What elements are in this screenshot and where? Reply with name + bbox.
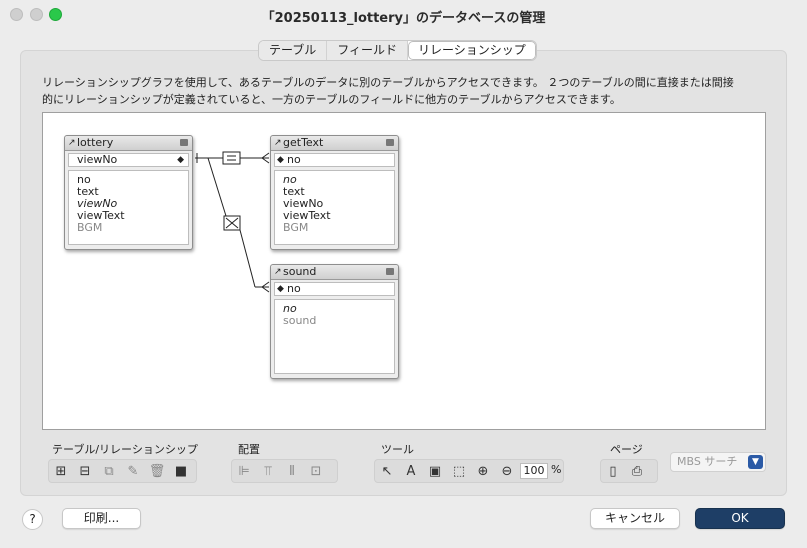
table-arrow-icon: ↗ [274, 267, 282, 277]
table-arrow-icon: ↗ [68, 138, 76, 148]
table-relationship-toolbar: ⊞ ⊟ ⧉ ✎ 🗑 ■ [48, 459, 197, 483]
add-table-icon[interactable]: ⊞ [49, 464, 73, 479]
zoom-unit-label: % [551, 463, 562, 476]
add-relationship-icon[interactable]: ⊟ [73, 464, 97, 479]
field-item: BGM [283, 221, 309, 234]
table-arrow-icon: ↗ [274, 138, 282, 148]
table-header[interactable]: ↗ getText [271, 136, 398, 151]
description-line-1: リレーションシップグラフを使用して、あるテーブルのデータに別のテーブルからアクセ… [42, 76, 734, 89]
trash-icon[interactable]: 🗑 [145, 464, 169, 479]
field-item: BGM [77, 221, 103, 234]
table-occurrence-sound[interactable]: ↗ sound ◆ no no sound [270, 264, 399, 379]
edit-pencil-icon[interactable]: ✎ [121, 464, 145, 479]
field-list: no text viewNo viewText BGM [274, 170, 395, 245]
tab-bar: テーブル フィールド リレーションシップ [258, 40, 537, 61]
table-relationship-section-label: テーブル/リレーションシップ [52, 443, 198, 456]
description-line-2: 的にリレーションシップが定義されていると、一方のテーブルのフィールドに他方のテー… [42, 93, 621, 106]
tools-section-label: ツール [381, 443, 414, 456]
help-button[interactable]: ? [22, 509, 43, 530]
plugin-select-value: MBS サーチ [677, 455, 738, 468]
zoom-out-icon[interactable]: ⊖ [495, 464, 519, 479]
table-name: lottery [77, 136, 114, 149]
table-menu-icon[interactable] [180, 139, 188, 146]
key-field-name: viewNo [77, 153, 118, 166]
relationship-graph[interactable]: ↗ lottery viewNo ◆ no text viewNo viewText… [42, 112, 766, 430]
key-field-name: no [287, 282, 301, 295]
color-swatch-icon[interactable]: ■ [169, 464, 193, 479]
page-break-icon[interactable]: ▯ [601, 464, 625, 479]
cancel-button[interactable]: キャンセル [590, 508, 680, 529]
resize-icon[interactable]: ⊡ [304, 464, 328, 479]
key-field-name: no [287, 153, 301, 166]
window-title: 「20250113_lottery」のデータベースの管理 [261, 11, 546, 26]
table-menu-icon[interactable] [386, 268, 394, 275]
table-occurrence-lottery[interactable]: ↗ lottery viewNo ◆ no text viewNo viewText… [64, 135, 193, 250]
align-left-icon[interactable]: ⊫ [232, 464, 256, 479]
table-header[interactable]: ↗ lottery [65, 136, 192, 151]
page-toolbar: ▯ ⎙ [600, 459, 658, 483]
field-list: no sound [274, 299, 395, 374]
table-header[interactable]: ↗ sound [271, 265, 398, 280]
table-menu-icon[interactable] [386, 139, 394, 146]
manage-database-window: 「20250113_lottery」のデータベースの管理 テーブル フィールド … [0, 0, 807, 548]
align-top-icon[interactable]: ⫪ [256, 464, 280, 479]
field-list: no text viewNo viewText BGM [68, 170, 189, 245]
tab-tables[interactable]: テーブル [259, 41, 328, 60]
table-name: getText [283, 136, 324, 149]
zoom-level-field[interactable]: 100 [520, 463, 548, 479]
zoom-in-icon[interactable]: ⊕ [471, 464, 495, 479]
table-occurrence-gettext[interactable]: ↗ getText ◆ no no text viewNo viewText BGM [270, 135, 399, 250]
key-field[interactable]: ◆ no [274, 153, 395, 167]
distribute-horizontal-icon[interactable]: ⫴ [280, 464, 304, 479]
pointer-tool-icon[interactable]: ↖ [375, 464, 399, 479]
key-dot-icon: ◆ [277, 155, 284, 165]
key-field[interactable]: ◆ no [274, 282, 395, 296]
tab-relationships[interactable]: リレーションシップ [408, 41, 536, 60]
note-tool-icon[interactable]: ▣ [423, 464, 447, 479]
page-section-label: ページ [610, 443, 643, 456]
chevron-down-icon: ▼ [748, 455, 763, 469]
key-field[interactable]: viewNo ◆ [68, 153, 189, 167]
select-tool-icon[interactable]: ⬚ [447, 464, 471, 479]
key-dot-icon: ◆ [177, 155, 184, 165]
arrange-section-label: 配置 [238, 443, 260, 456]
key-dot-icon: ◆ [277, 284, 284, 294]
page-setup-icon[interactable]: ⎙ [625, 464, 649, 479]
title-bar: 「20250113_lottery」のデータベースの管理 [0, 0, 807, 30]
field-item: sound [283, 314, 317, 327]
print-button[interactable]: 印刷... [62, 508, 141, 529]
table-name: sound [283, 265, 317, 278]
tab-fields[interactable]: フィールド [327, 41, 409, 60]
plugin-select[interactable]: MBS サーチ ▼ [670, 452, 766, 472]
description-text: リレーションシップグラフを使用して、あるテーブルのデータに別のテーブルからアクセ… [42, 74, 742, 108]
arrange-toolbar: ⊫ ⫪ ⫴ ⊡ [231, 459, 338, 483]
equals-operator-icon [222, 151, 241, 165]
ok-button[interactable]: OK [695, 508, 785, 529]
duplicate-icon[interactable]: ⧉ [97, 464, 121, 479]
text-tool-icon[interactable]: A [399, 464, 423, 479]
